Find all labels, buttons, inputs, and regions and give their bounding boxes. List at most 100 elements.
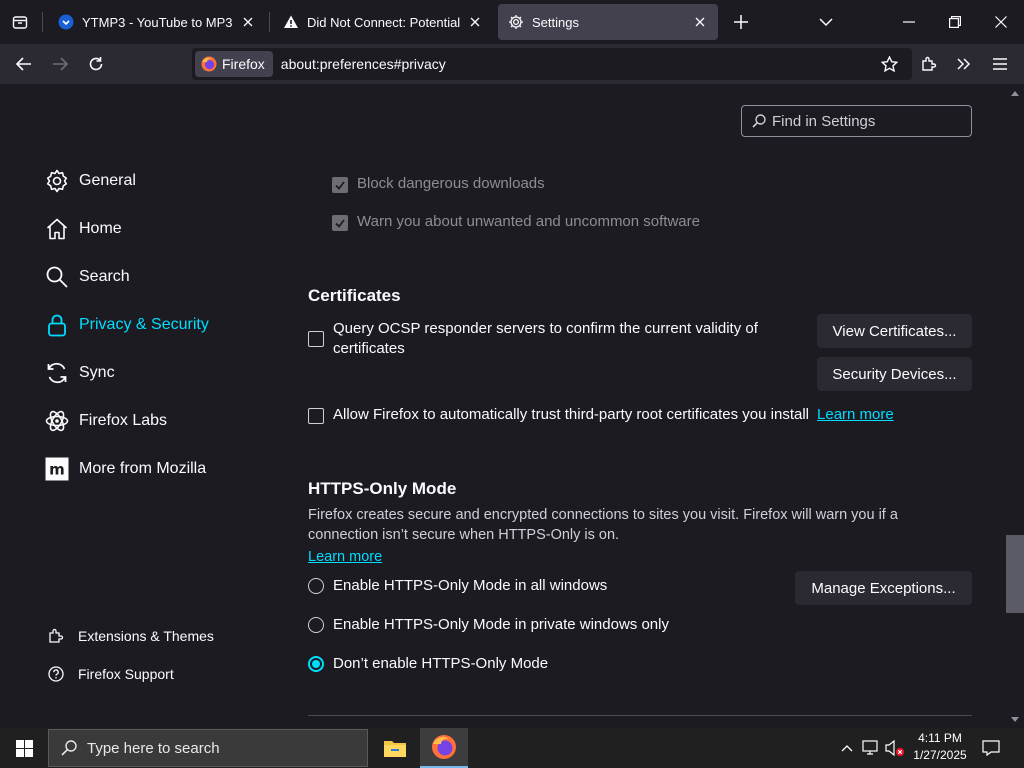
warn-unwanted-software-checkbox[interactable]: Warn you about unwanted and uncommon sof… [332,213,700,231]
url-text[interactable]: about:preferences#privacy [281,56,446,72]
restore-icon [949,16,961,28]
overflow-button[interactable] [948,48,980,80]
checkbox[interactable] [332,215,348,231]
close-window-button[interactable] [978,0,1024,44]
tab-strip: YTMP3 - YouTube to MP3 Converter Did Not… [0,0,1024,44]
search-icon [45,265,69,289]
url-bar[interactable]: Firefox about:preferences#privacy [192,48,912,80]
manage-exceptions-button[interactable]: Manage Exceptions... [795,571,972,605]
taskbar-search-box[interactable]: Type here to search [48,729,368,767]
help-icon [48,666,64,682]
scroll-down-arrow[interactable] [1006,712,1024,726]
https-only-description: Firefox creates secure and encrypted con… [308,505,948,567]
learn-more-link[interactable]: Learn more [817,406,894,423]
minimize-button[interactable] [886,0,932,44]
category-label: Home [79,220,122,237]
caret-down-icon [1011,716,1019,722]
radio-button[interactable] [308,578,324,594]
https-disabled-radio[interactable]: Don’t enable HTTPS-Only Mode [308,655,548,672]
action-center-button[interactable] [981,738,1001,758]
tab-ytmp3[interactable]: YTMP3 - YouTube to MP3 Converter [48,4,266,40]
taskbar-search-placeholder: Type here to search [87,739,220,757]
restore-button[interactable] [932,0,978,44]
scroll-up-arrow[interactable] [1006,86,1024,100]
firefox-view-icon [12,16,28,29]
chevron-up-icon [841,745,853,752]
footer-link-label: Extensions & Themes [78,628,214,644]
new-tab-button[interactable] [718,0,764,44]
svg-text:m: m [49,461,65,479]
category-label: Privacy & Security [79,316,209,333]
scrollbar-track[interactable] [1006,84,1024,728]
checkbox-label: Block dangerous downloads [357,175,545,192]
description-line1: Firefox creates secure and encrypted con… [308,507,898,523]
checkbox[interactable] [308,408,324,424]
start-button[interactable] [0,728,48,768]
identity-box[interactable]: Firefox [195,51,273,77]
view-certificates-button[interactable]: View Certificates... [817,314,972,348]
radio-button[interactable] [308,656,324,672]
ocsp-label-line1: Query OCSP responder servers to confirm … [333,320,758,337]
checkbox-label: Allow Firefox to automatically trust thi… [333,406,810,423]
checkbox[interactable] [308,331,324,347]
checkbox-label: Query OCSP responder servers to confirm … [333,319,758,359]
extensions-themes-link[interactable]: Extensions & Themes [48,625,214,647]
scrollbar-thumb[interactable] [1006,535,1024,613]
clock-time: 4:11 PM [918,731,962,745]
https-all-windows-radio[interactable]: Enable HTTPS-Only Mode in all windows [308,577,607,594]
warning-icon [283,14,299,30]
app-menu-button[interactable] [984,48,1016,80]
https-private-only-radio[interactable]: Enable HTTPS-Only Mode in private window… [308,616,669,633]
ocsp-checkbox[interactable]: Query OCSP responder servers to confirm … [308,319,778,359]
search-icon [61,740,77,756]
close-icon [995,16,1007,28]
category-label: Firefox Labs [79,412,168,429]
block-dangerous-downloads-checkbox[interactable]: Block dangerous downloads [332,175,545,193]
show-hidden-icons-button[interactable] [837,738,857,758]
settings-page: Find in Settings General Home Search Pri… [0,84,1024,728]
radio-button[interactable] [308,617,324,633]
category-general[interactable]: General [45,167,136,195]
checkbox[interactable] [332,177,348,193]
firefox-taskbar-button[interactable] [420,728,468,768]
https-learn-more-link[interactable]: Learn more [308,547,382,567]
windows-taskbar: Type here to search 4:11 PM 1/27/2025 [0,728,1024,768]
tab-did-not-connect[interactable]: Did Not Connect: Potential Security Issu… [273,4,493,40]
reload-button[interactable] [80,48,112,80]
list-all-tabs-button[interactable] [803,0,849,44]
description-line2: connection isn’t secure when HTTPS-Only … [308,527,620,543]
network-tray-icon[interactable] [861,738,881,758]
category-more-from-mozilla[interactable]: m More from Mozilla [45,455,206,483]
file-explorer-taskbar-button[interactable] [371,728,419,768]
category-sync[interactable]: Sync [45,359,115,387]
tab-settings[interactable]: Settings [498,4,718,40]
close-tab-icon[interactable] [240,14,256,30]
category-firefox-labs[interactable]: Firefox Labs [45,407,167,435]
notification-icon [982,740,1000,756]
taskbar-clock[interactable]: 4:11 PM 1/27/2025 [908,730,972,764]
security-devices-button[interactable]: Security Devices... [817,357,972,391]
footer-link-label: Firefox Support [78,666,174,682]
firefox-view-button[interactable] [6,8,34,36]
close-tab-icon[interactable] [467,14,483,30]
close-tab-icon[interactable] [692,14,708,30]
checkmark-icon [335,180,345,190]
windows-logo-icon [15,739,33,757]
volume-muted-icon [885,739,905,757]
firefox-support-link[interactable]: Firefox Support [48,663,174,685]
gear-icon [508,14,524,30]
radio-label: Enable HTTPS-Only Mode in private window… [333,616,669,633]
bookmark-star-button[interactable] [873,48,905,80]
find-in-settings-input[interactable]: Find in Settings [741,105,972,137]
volume-tray-icon[interactable] [885,738,905,758]
reload-icon [89,57,103,71]
chevron-down-icon [819,18,833,26]
extensions-button[interactable] [913,48,945,80]
trust-third-party-root-checkbox[interactable]: Allow Firefox to automatically trust thi… [308,406,894,424]
forward-button[interactable] [44,48,76,80]
category-privacy-security[interactable]: Privacy & Security [45,311,209,339]
back-button[interactable] [8,48,40,80]
find-placeholder: Find in Settings [772,112,876,130]
category-search[interactable]: Search [45,263,130,291]
category-home[interactable]: Home [45,215,122,243]
